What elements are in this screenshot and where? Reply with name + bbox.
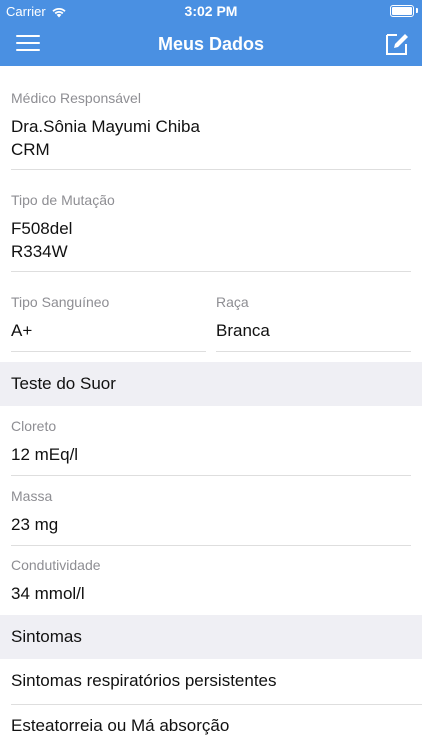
massa-label: Massa: [11, 488, 53, 504]
list-item: Sintomas respiratórios persistentes: [11, 671, 277, 690]
medico-name: Dra.Sônia Mayumi Chiba: [11, 117, 200, 136]
raca-value: Branca: [216, 321, 270, 340]
divider: [11, 545, 411, 546]
divider: [11, 271, 411, 272]
divider: [216, 351, 411, 352]
mutacao-label: Tipo de Mutação: [11, 192, 115, 208]
status-time: 3:02 PM: [184, 3, 238, 19]
raca-field: Raça Branca: [216, 294, 411, 342]
sanguineo-label: Tipo Sanguíneo: [11, 294, 110, 310]
cloreto-field: Cloreto 12 mEq/l: [11, 418, 411, 466]
cloreto-label: Cloreto: [11, 418, 57, 434]
medico-field: Médico Responsável Dra.Sônia Mayumi Chib…: [11, 90, 411, 161]
massa-field: Massa 23 mg: [11, 488, 411, 536]
condutividade-value: 34 mmol/l: [11, 584, 85, 603]
condutividade-label: Condutividade: [11, 557, 101, 573]
section-sintomas: Sintomas: [0, 615, 422, 659]
sanguineo-value: A+: [11, 321, 33, 340]
section-title: Sintomas: [11, 627, 82, 646]
medico-crm: CRM: [11, 140, 50, 159]
mutacao-value-1: F508del: [11, 219, 73, 238]
cloreto-value: 12 mEq/l: [11, 445, 79, 464]
medico-label: Médico Responsável: [11, 90, 141, 106]
divider: [11, 169, 411, 170]
mutacao-field: Tipo de Mutação F508del R334W: [11, 192, 411, 263]
section-teste-suor: Teste do Suor: [0, 362, 422, 406]
battery-icon: [390, 5, 414, 17]
condutividade-field: Condutividade 34 mmol/l: [11, 557, 411, 605]
section-title: Teste do Suor: [11, 374, 116, 393]
list-item: Esteatorreia ou Má absorção: [11, 716, 230, 735]
edit-pencil-icon[interactable]: [384, 31, 410, 57]
divider: [11, 475, 411, 476]
divider: [11, 704, 422, 705]
raca-label: Raça: [216, 294, 249, 310]
divider: [11, 351, 206, 352]
sanguineo-field: Tipo Sanguíneo A+: [11, 294, 206, 342]
massa-value: 23 mg: [11, 515, 59, 534]
mutacao-value-2: R334W: [11, 242, 68, 261]
page-title: Meus Dados: [157, 34, 265, 54]
battery-fill: [392, 7, 412, 15]
nav-bar: Meus Dados: [0, 22, 422, 66]
battery-tip: [416, 8, 418, 13]
status-bar: Carrier 3:02 PM: [0, 0, 422, 22]
